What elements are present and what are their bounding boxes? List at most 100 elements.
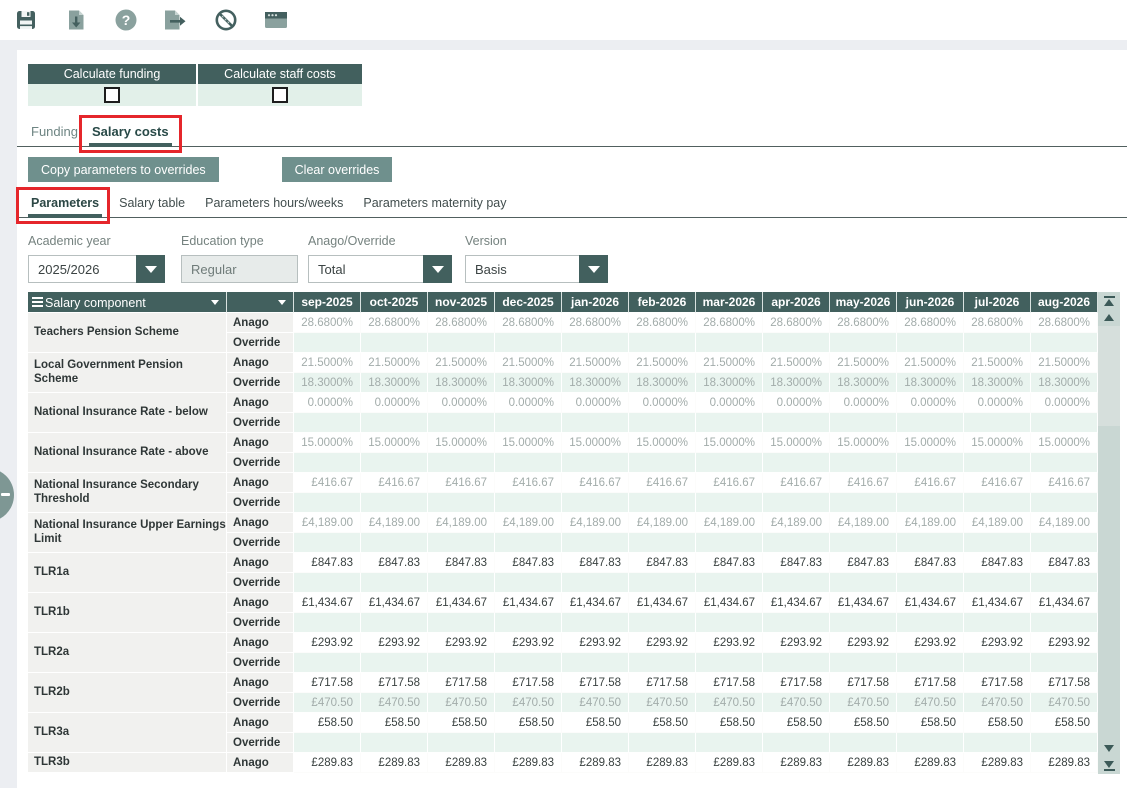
override-value-cell[interactable] (763, 493, 830, 513)
anago-value-cell[interactable]: £293.92 (830, 633, 897, 653)
override-value-cell[interactable] (696, 613, 763, 633)
override-value-cell[interactable] (361, 333, 428, 353)
month-header-oct-2025[interactable]: oct-2025 (361, 292, 428, 313)
override-value-cell[interactable] (763, 413, 830, 433)
anago-value-cell[interactable]: 15.0000% (294, 433, 361, 453)
dropdown-button[interactable] (423, 255, 452, 283)
tab-parameters-hours-weeks[interactable]: Parameters hours/weeks (202, 192, 346, 218)
anago-value-cell[interactable]: £4,189.00 (763, 513, 830, 533)
anago-value-cell[interactable]: £1,434.67 (964, 593, 1031, 613)
override-value-cell[interactable] (294, 573, 361, 593)
override-value-cell[interactable] (361, 533, 428, 553)
anago-value-cell[interactable]: 0.0000% (428, 393, 495, 413)
override-value-cell[interactable] (964, 493, 1031, 513)
anago-value-cell[interactable]: £1,434.67 (629, 593, 696, 613)
anago-value-cell[interactable]: £289.83 (897, 753, 964, 773)
anago-value-cell[interactable]: £293.92 (428, 633, 495, 653)
anago-value-cell[interactable]: £4,189.00 (629, 513, 696, 533)
scrollbar-thumb[interactable] (1098, 326, 1120, 426)
override-value-cell[interactable] (428, 533, 495, 553)
anago-value-cell[interactable]: £847.83 (629, 553, 696, 573)
block-icon[interactable] (208, 5, 244, 35)
anago-value-cell[interactable]: £847.83 (428, 553, 495, 573)
anago-value-cell[interactable]: £847.83 (897, 553, 964, 573)
override-value-cell[interactable] (428, 493, 495, 513)
anago-value-cell[interactable]: £1,434.67 (361, 593, 428, 613)
override-value-cell[interactable] (897, 573, 964, 593)
anago-value-cell[interactable]: £4,189.00 (495, 513, 562, 533)
month-header-feb-2026[interactable]: feb-2026 (629, 292, 696, 313)
anago-value-cell[interactable]: 15.0000% (495, 433, 562, 453)
anago-value-cell[interactable]: 15.0000% (897, 433, 964, 453)
row-type-header[interactable] (227, 292, 294, 313)
override-value-cell[interactable] (294, 653, 361, 673)
override-value-cell[interactable]: 18.3000% (495, 373, 562, 393)
month-header-jun-2026[interactable]: jun-2026 (897, 292, 964, 313)
anago-value-cell[interactable]: £717.58 (562, 673, 629, 693)
anago-value-cell[interactable]: £289.83 (696, 753, 763, 773)
override-value-cell[interactable] (562, 533, 629, 553)
override-value-cell[interactable]: £470.50 (495, 693, 562, 713)
tab-salary-costs[interactable]: Salary costs (89, 120, 172, 147)
scroll-up-button[interactable] (1098, 309, 1120, 326)
override-value-cell[interactable]: 18.3000% (562, 373, 629, 393)
override-value-cell[interactable] (696, 653, 763, 673)
override-value-cell[interactable] (830, 413, 897, 433)
override-value-cell[interactable] (964, 453, 1031, 473)
override-value-cell[interactable] (428, 613, 495, 633)
anago-value-cell[interactable]: £293.92 (294, 633, 361, 653)
anago-value-cell[interactable]: £58.50 (897, 713, 964, 733)
override-value-cell[interactable] (1031, 453, 1098, 473)
anago-value-cell[interactable]: 21.5000% (361, 353, 428, 373)
override-value-cell[interactable] (428, 733, 495, 753)
scroll-to-bottom-button[interactable] (1098, 757, 1120, 774)
filter-caret-icon[interactable] (278, 300, 286, 305)
anago-value-cell[interactable]: £289.83 (428, 753, 495, 773)
override-value-cell[interactable] (361, 573, 428, 593)
clear-overrides-button[interactable]: Clear overrides (282, 157, 393, 182)
anago-value-cell[interactable]: £289.83 (294, 753, 361, 773)
anago-value-cell[interactable]: £416.67 (897, 473, 964, 493)
override-value-cell[interactable] (495, 653, 562, 673)
override-value-cell[interactable] (830, 493, 897, 513)
anago-value-cell[interactable]: £293.92 (495, 633, 562, 653)
anago-value-cell[interactable]: £4,189.00 (897, 513, 964, 533)
anago-value-cell[interactable]: 21.5000% (897, 353, 964, 373)
month-header-nov-2025[interactable]: nov-2025 (428, 292, 495, 313)
anago-value-cell[interactable]: £4,189.00 (361, 513, 428, 533)
anago-value-cell[interactable]: £717.58 (830, 673, 897, 693)
anago-value-cell[interactable]: £717.58 (294, 673, 361, 693)
override-value-cell[interactable] (428, 653, 495, 673)
override-value-cell[interactable] (696, 333, 763, 353)
override-value-cell[interactable]: 18.3000% (428, 373, 495, 393)
scroll-down-button[interactable] (1098, 740, 1120, 757)
anago-value-cell[interactable]: £717.58 (964, 673, 1031, 693)
anago-value-cell[interactable]: £416.67 (629, 473, 696, 493)
anago-value-cell[interactable]: £289.83 (361, 753, 428, 773)
import-document-icon[interactable] (58, 5, 94, 35)
override-value-cell[interactable]: 18.3000% (763, 373, 830, 393)
dropdown-button[interactable] (579, 255, 608, 283)
override-value-cell[interactable] (629, 453, 696, 473)
anago-value-cell[interactable]: £58.50 (696, 713, 763, 733)
override-value-cell[interactable]: £470.50 (964, 693, 1031, 713)
override-value-cell[interactable] (964, 733, 1031, 753)
override-value-cell[interactable] (562, 613, 629, 633)
override-value-cell[interactable] (361, 413, 428, 433)
anago-value-cell[interactable]: £293.92 (763, 633, 830, 653)
override-value-cell[interactable] (495, 493, 562, 513)
scroll-to-top-button[interactable] (1098, 292, 1120, 309)
override-value-cell[interactable] (1031, 533, 1098, 553)
anago-value-cell[interactable]: 28.6800% (562, 313, 629, 333)
anago-value-cell[interactable]: 0.0000% (294, 393, 361, 413)
vertical-scrollbar[interactable] (1098, 292, 1120, 774)
month-header-apr-2026[interactable]: apr-2026 (763, 292, 830, 313)
anago-value-cell[interactable]: £293.92 (562, 633, 629, 653)
override-value-cell[interactable] (562, 453, 629, 473)
override-value-cell[interactable] (294, 493, 361, 513)
anago-value-cell[interactable]: 15.0000% (1031, 433, 1098, 453)
override-value-cell[interactable] (830, 733, 897, 753)
override-value-cell[interactable] (897, 413, 964, 433)
anago-value-cell[interactable]: 28.6800% (495, 313, 562, 333)
anago-value-cell[interactable]: 28.6800% (897, 313, 964, 333)
